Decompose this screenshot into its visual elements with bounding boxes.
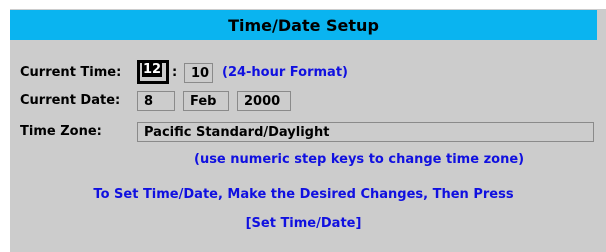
hour-field[interactable]: 12 bbox=[137, 60, 169, 84]
minute-value: 10 bbox=[191, 66, 210, 81]
year-value: 2000 bbox=[244, 94, 281, 109]
current-date-label: Current Date: bbox=[20, 93, 121, 108]
time-zone-label: Time Zone: bbox=[20, 124, 102, 139]
day-value: 8 bbox=[144, 94, 154, 109]
month-field[interactable]: Feb bbox=[183, 91, 229, 111]
year-field[interactable]: 2000 bbox=[237, 91, 291, 111]
time-zone-field[interactable]: Pacific Standard/Daylight bbox=[137, 122, 594, 142]
time-zone-value: Pacific Standard/Daylight bbox=[144, 125, 330, 140]
set-time-date-key-hint: [Set Time/Date] bbox=[245, 216, 362, 231]
time-zone-hint: (use numeric step keys to change time zo… bbox=[194, 152, 525, 167]
current-time-label: Current Time: bbox=[20, 65, 122, 80]
minute-field[interactable]: 10 bbox=[184, 63, 213, 83]
day-field[interactable]: 8 bbox=[137, 91, 175, 111]
time-format-note: (24-hour Format) bbox=[222, 65, 348, 80]
hour-value: 12 bbox=[142, 62, 163, 77]
time-separator: : bbox=[172, 65, 178, 80]
title-bar: Time/Date Setup bbox=[10, 10, 597, 40]
month-value: Feb bbox=[190, 94, 217, 109]
page-title: Time/Date Setup bbox=[228, 15, 379, 35]
instruction-text: To Set Time/Date, Make the Desired Chang… bbox=[93, 187, 514, 202]
